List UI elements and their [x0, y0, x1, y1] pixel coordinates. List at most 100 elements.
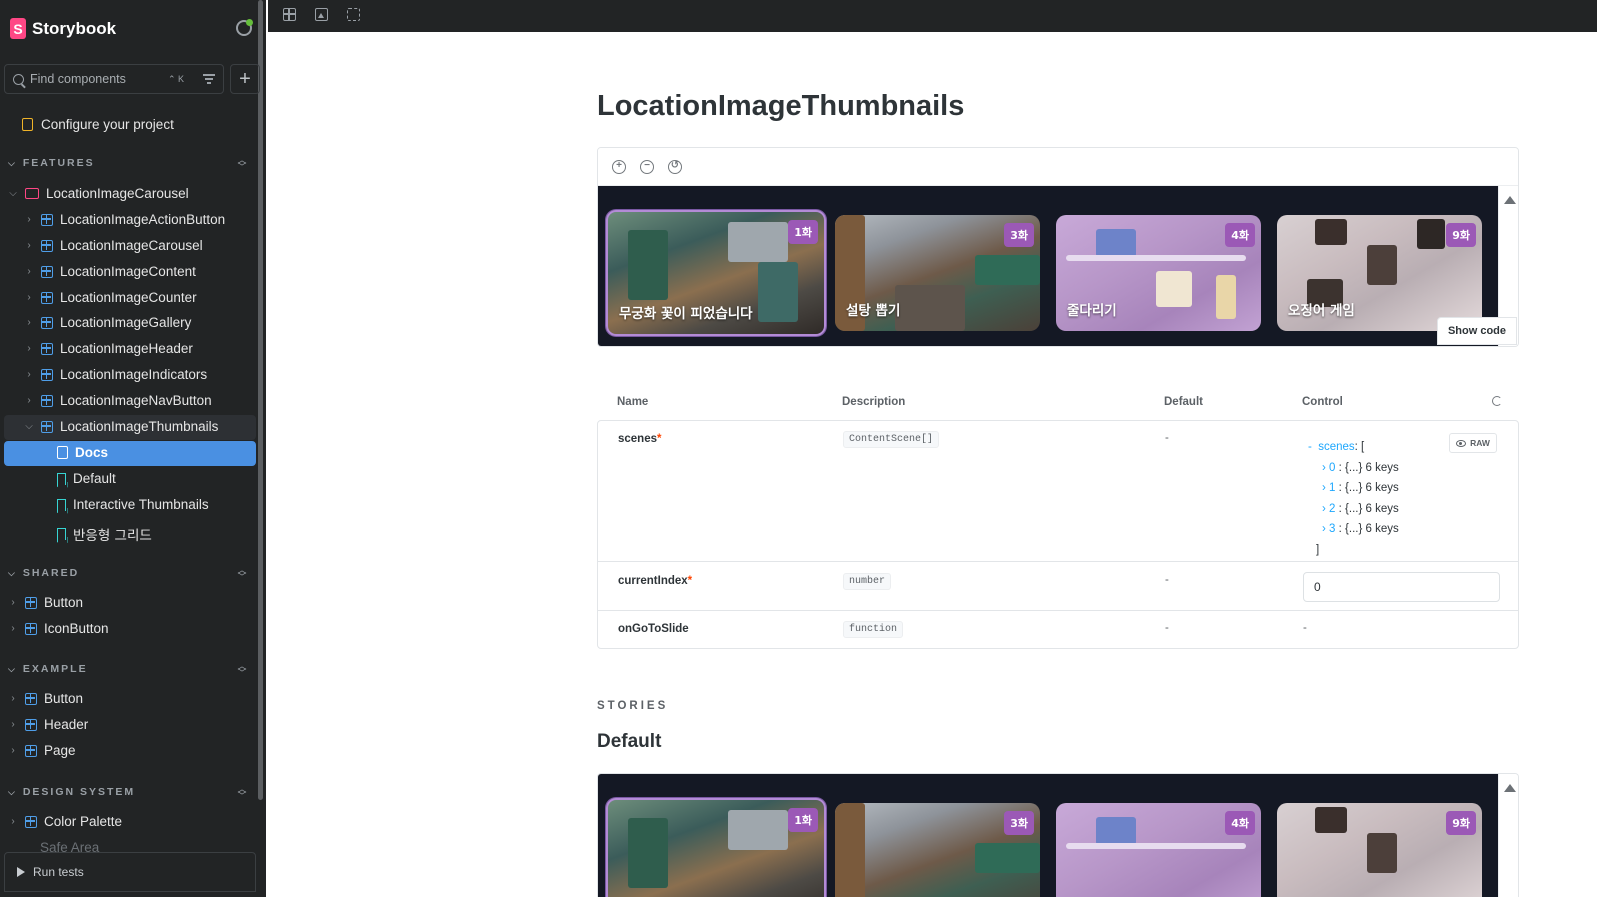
section-label: FEATURES: [22, 157, 95, 169]
sidebar-item-story-responsive-grid[interactable]: 반응형 그리드: [57, 524, 152, 544]
column-header-name: Name: [617, 396, 649, 408]
sidebar-item-label: LocationImageHeader: [60, 341, 193, 356]
table-row: onGoToSlide function - -: [598, 611, 1518, 649]
sidebar-item-locationimagegallery[interactable]: › LocationImageGallery: [24, 315, 191, 330]
expand-collapse-icon[interactable]: ︿ ﹀: [236, 566, 248, 583]
expand-collapse-icon[interactable]: ︿ ﹀: [236, 785, 248, 802]
expand-collapse-icon[interactable]: ︿ ﹀: [236, 156, 248, 173]
stories-heading: STORIES: [597, 700, 669, 712]
component-icon: [25, 596, 37, 609]
json-entry[interactable]: › 2 : {...} 6 keys: [1308, 499, 1399, 520]
component-icon: [25, 744, 37, 757]
episode-badge: 1화: [788, 808, 818, 832]
sidebar-item-label: Color Palette: [44, 814, 123, 829]
thumbnail-card[interactable]: 1화: [606, 798, 826, 897]
top-toolbar: [268, 0, 1597, 32]
thumbnail-card[interactable]: 4화 줄다리기: [1056, 215, 1261, 331]
json-entry[interactable]: › 0 : {...} 6 keys: [1308, 458, 1399, 479]
section-features[interactable]: ⌵ FEATURES: [8, 157, 95, 169]
board-photo: [1315, 219, 1347, 245]
sidebar-item-label: LocationImageNavButton: [60, 393, 212, 408]
sidebar-item-locationimageindicators[interactable]: › LocationImageIndicators: [24, 367, 207, 382]
sidebar-item-color-palette[interactable]: › Color Palette: [8, 814, 122, 829]
json-object-editor[interactable]: - scenes: [ › 0 : {...} 6 keys › 1 : {..…: [1308, 437, 1399, 560]
sidebar-item-locationimageactionbutton[interactable]: › LocationImageActionButton: [24, 212, 225, 227]
json-entry[interactable]: › 3 : {...} 6 keys: [1308, 519, 1399, 540]
episode-badge: 4화: [1225, 811, 1255, 835]
raw-label: RAW: [1470, 438, 1490, 448]
zoom-reset-icon[interactable]: ↺: [668, 159, 682, 174]
thumbnail-card[interactable]: 9화: [1277, 803, 1482, 897]
sidebar-item-story-interactive-thumbnails[interactable]: Interactive Thumbnails: [57, 497, 209, 512]
expand-collapse-icon[interactable]: ︿ ﹀: [236, 662, 248, 679]
scroll-up-arrow-icon[interactable]: [1504, 196, 1516, 204]
sidebar-item-docs[interactable]: Docs: [57, 445, 108, 460]
sidebar-item-locationimagecarousel[interactable]: › LocationImageCarousel: [24, 238, 202, 253]
component-icon: [25, 692, 37, 705]
sidebar-item-label: LocationImageCounter: [60, 290, 197, 305]
chevron-right-icon: ›: [11, 623, 15, 634]
raw-toggle-button[interactable]: RAW: [1449, 433, 1497, 453]
run-tests-button[interactable]: Run tests: [4, 852, 256, 892]
photo-shop-front: [628, 230, 668, 300]
sidebar-item-locationimagenavbutton[interactable]: › LocationImageNavButton: [24, 393, 212, 408]
thumbnail-card[interactable]: 4화: [1056, 803, 1261, 897]
section-example[interactable]: ⌵ EXAMPLE: [8, 663, 88, 675]
search-input[interactable]: [30, 72, 160, 86]
sidebar-item-locationimagecounter[interactable]: › LocationImageCounter: [24, 290, 197, 305]
thumbnail-card[interactable]: 1화 무궁화 꽃이 피었습니다: [606, 210, 826, 336]
reset-controls-icon[interactable]: [1492, 396, 1502, 406]
arg-name: currentIndex*: [618, 575, 693, 587]
brand[interactable]: S Storybook: [10, 18, 116, 39]
thumbnail-card[interactable]: 9화 오징어 게임: [1277, 215, 1482, 331]
search-box[interactable]: ⌃ K: [4, 64, 224, 94]
json-entry[interactable]: › 1 : {...} 6 keys: [1308, 478, 1399, 499]
filter-icon[interactable]: [203, 74, 215, 84]
sidebar-item-story-default[interactable]: Default: [57, 471, 116, 486]
sidebar-item-example-button[interactable]: › Button: [8, 691, 83, 706]
column-header-description: Description: [842, 396, 906, 408]
arg-default: -: [1165, 574, 1169, 586]
section-design-system[interactable]: ⌵ DESIGN SYSTEM: [8, 786, 135, 798]
run-tests-label: Run tests: [33, 865, 84, 879]
story-bookmark-icon: [57, 472, 66, 485]
photo-stall: [835, 803, 865, 897]
chevron-right-icon: ›: [27, 240, 31, 251]
show-code-button[interactable]: Show code: [1436, 317, 1517, 345]
photo-shop-front: [628, 818, 668, 888]
scroll-up-arrow-icon[interactable]: [1504, 784, 1516, 792]
sidebar-item-shared-button[interactable]: › Button: [8, 595, 83, 610]
grid-icon[interactable]: [283, 8, 296, 21]
sidebar-item-locationimagethumbnails[interactable]: ⌵ LocationImageThumbnails: [24, 419, 218, 434]
section-shared[interactable]: ⌵ SHARED: [8, 567, 79, 579]
preview-scrollbar[interactable]: [1498, 774, 1518, 897]
sidebar-item-label: Interactive Thumbnails: [73, 497, 209, 512]
sidebar-item-label: Button: [44, 691, 84, 706]
section-label: DESIGN SYSTEM: [22, 786, 136, 798]
add-story-button[interactable]: +: [230, 64, 260, 94]
background-image-icon[interactable]: [315, 8, 328, 21]
zoom-in-icon[interactable]: +: [612, 159, 626, 174]
sidebar-item-page[interactable]: › Page: [8, 743, 75, 758]
zoom-out-icon[interactable]: −: [640, 159, 654, 174]
configure-project-link[interactable]: Configure your project: [22, 117, 174, 132]
thumbnail-card[interactable]: 3화: [835, 803, 1040, 897]
chevron-right-icon: ›: [11, 719, 15, 730]
outline-frame-icon[interactable]: [347, 8, 360, 21]
args-table-header: Name Description Default Control: [597, 386, 1519, 420]
sidebar-group-locationimagecarousel[interactable]: ⌵ LocationImageCarousel: [8, 186, 188, 201]
sidebar-scrollbar[interactable]: [258, 0, 263, 800]
section-label: EXAMPLE: [22, 663, 88, 675]
sidebar-item-header[interactable]: › Header: [8, 717, 88, 732]
collapse-toggle[interactable]: -: [1308, 441, 1312, 453]
sidebar-item-locationimageheader[interactable]: › LocationImageHeader: [24, 341, 193, 356]
thumbnail-card[interactable]: 3화 설탕 뽑기: [835, 215, 1040, 331]
arg-type: ContentScene[]: [843, 431, 940, 448]
photo-sky: [728, 810, 788, 850]
sidebar-item-locationimagecontent[interactable]: › LocationImageContent: [24, 264, 196, 279]
chevron-right-icon: ›: [11, 745, 15, 756]
current-index-input[interactable]: [1303, 572, 1500, 602]
sidebar-item-iconbutton[interactable]: › IconButton: [8, 621, 108, 636]
chevron-right-icon: ›: [27, 343, 31, 354]
args-table: Name Description Default Control scenes*…: [597, 386, 1519, 649]
